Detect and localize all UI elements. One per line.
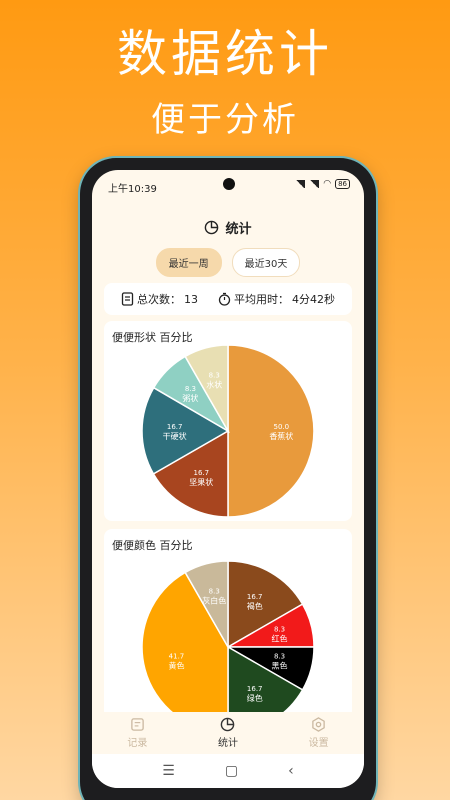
pie-category-label: 黄色 [168, 661, 184, 671]
pie-value-label: 50.0 [274, 423, 290, 431]
page-header: 统计 [92, 218, 364, 237]
wifi-icon: ◠ [323, 179, 332, 189]
nav-settings[interactable]: 设置 [309, 717, 329, 749]
signal-icon-2 [309, 180, 320, 188]
status-icons: ◠ 86 [295, 179, 350, 189]
pie-slice-0-0 [227, 344, 315, 518]
menu-icon[interactable]: ☰ [162, 763, 175, 779]
average-time-label: 平均用时： [234, 293, 289, 306]
average-time: 平均用时： 4分42秒 [218, 291, 335, 307]
pie-chart-icon [221, 717, 235, 732]
signal-icon [295, 180, 306, 188]
pie-category-label: 粥状 [182, 393, 198, 403]
total-count: 总次数： 13 [121, 291, 198, 307]
bottom-nav: 记录 统计 设置 [92, 712, 364, 754]
status-time: 上午10:39 [108, 184, 157, 195]
tab-last-30-days[interactable]: 最近30天 [231, 248, 301, 277]
pie-category-label: 红色 [272, 633, 288, 643]
pie-category-label: 灰白色 [202, 595, 226, 605]
shape-chart-card: 便便形状 百分比 50.0 香蕉状 16.7 坚果状 16.7 干硬状 8.3 粥状 8.3 水状 [104, 321, 352, 521]
color-pie-chart: 16.7褐色8.3红色8.3黑色16.7绿色41.7黄色8.3灰白色 [141, 560, 315, 719]
system-nav-bar: ☰ ▢ ‹ [92, 754, 364, 788]
nav-stats[interactable]: 统计 [218, 717, 238, 749]
back-icon[interactable]: ‹ [288, 763, 294, 779]
pie-value-label: 16.7 [167, 423, 183, 431]
pie-value-label: 8.3 [209, 371, 220, 379]
pie-category-label: 香蕉状 [269, 431, 293, 441]
pie-category-label: 褐色 [247, 601, 263, 611]
pie-value-label: 8.3 [185, 385, 196, 393]
pie-category-label: 坚果状 [189, 477, 213, 487]
pie-value-label: 16.7 [247, 593, 263, 601]
pie-value-label: 16.7 [193, 469, 209, 477]
summary-bar: 总次数： 13 平均用时： 4分42秒 [104, 283, 352, 315]
pie-value-label: 8.3 [274, 653, 285, 661]
promo-headline: 数据统计 [117, 25, 333, 83]
pie-chart-icon [205, 220, 219, 235]
camera-cutout [223, 178, 235, 190]
record-icon [131, 718, 144, 731]
nav-record-label: 记录 [127, 738, 148, 749]
total-count-value: 13 [184, 292, 198, 306]
battery-icon: 86 [335, 179, 350, 189]
nav-settings-label: 设置 [308, 738, 329, 749]
nav-stats-label: 统计 [217, 738, 238, 749]
home-icon[interactable]: ▢ [225, 763, 238, 779]
pie-category-label: 水状 [206, 379, 222, 389]
document-icon [121, 292, 134, 306]
pie-value-label: 16.7 [247, 685, 263, 693]
stopwatch-icon [218, 292, 231, 306]
pie-category-label: 黑色 [272, 661, 288, 671]
shape-pie-chart: 50.0香蕉状16.7坚果状16.7干硬状8.3粥状8.3水状 [141, 344, 315, 518]
tab-last-week[interactable]: 最近一周 [155, 248, 222, 277]
promo-subline: 便于分析 [151, 100, 299, 140]
total-count-label: 总次数： [137, 293, 181, 306]
pie-category-label: 绿色 [247, 693, 263, 703]
pie-value-label: 8.3 [209, 587, 220, 595]
pie-value-label: 8.3 [274, 625, 285, 633]
pie-category-label: 干硬状 [163, 431, 187, 441]
app-screen: 上午10:39 ◠ 86 统计 最近一周 最近30天 总次数： 13 平均用时：… [92, 170, 364, 788]
color-chart-card: 便便颜色 百分比 16.7 褐色 8.3 红色 8.3 黑色 16.7 绿色 41.7 黄色 8.3… [104, 529, 352, 719]
phone-frame: 上午10:39 ◠ 86 统计 最近一周 最近30天 总次数： 13 平均用时：… [80, 158, 376, 800]
average-time-value: 4分42秒 [292, 293, 335, 306]
range-tabs: 最近一周 最近30天 [92, 248, 364, 277]
page-title: 统计 [225, 222, 252, 237]
nav-record[interactable]: 记录 [127, 717, 147, 749]
gear-icon [312, 717, 325, 732]
pie-value-label: 41.7 [169, 653, 185, 661]
